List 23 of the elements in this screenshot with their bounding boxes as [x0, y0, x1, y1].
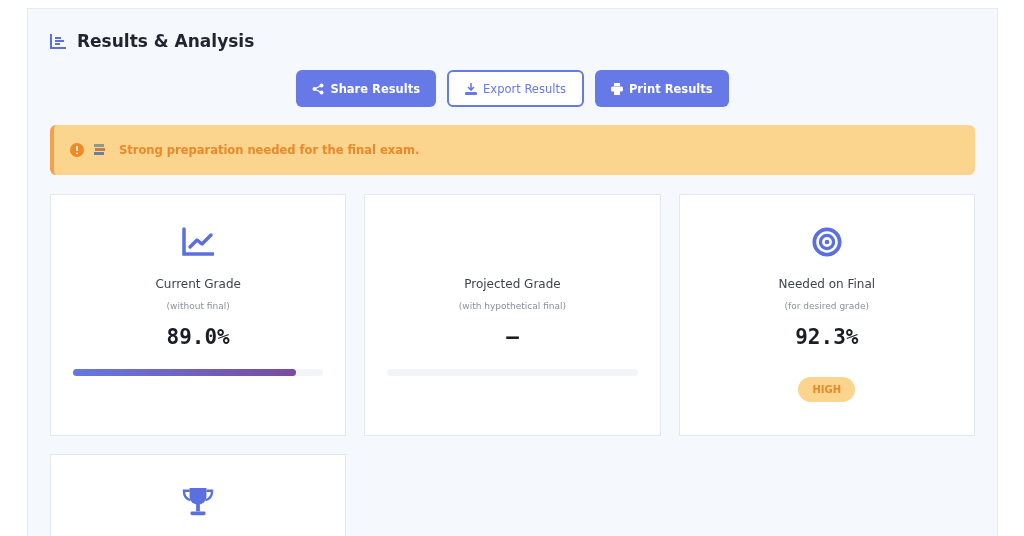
card-subtitle: (for desired grade)	[784, 301, 870, 311]
alert-message: Strong preparation needed for the final exam.	[119, 143, 420, 157]
card-subtitle: (without final)	[166, 301, 230, 311]
share-icon	[312, 82, 325, 95]
books-icon	[94, 143, 105, 157]
card-title: Projected Grade	[464, 277, 561, 291]
download-icon	[465, 82, 478, 95]
target-icon	[810, 227, 843, 257]
line-chart-icon	[182, 227, 215, 257]
difficulty-badge: HIGH	[798, 377, 856, 402]
list-chart-icon	[50, 33, 67, 49]
printer-icon	[610, 82, 623, 95]
export-button[interactable]: Export Results	[447, 70, 584, 107]
warning-icon	[70, 143, 84, 157]
card-title: Needed on Final	[778, 277, 876, 291]
grade-value: 89.0%	[166, 325, 230, 349]
card-title: Current Grade	[155, 277, 241, 291]
grade-value: 92.3%	[795, 325, 859, 349]
card-subtitle: (with hypothetical final)	[458, 301, 567, 311]
grade-value: –	[506, 325, 519, 349]
section-title: Results & Analysis	[77, 31, 255, 51]
share-button[interactable]: Share Results	[296, 70, 437, 107]
print-button[interactable]: Print Results	[594, 70, 729, 107]
